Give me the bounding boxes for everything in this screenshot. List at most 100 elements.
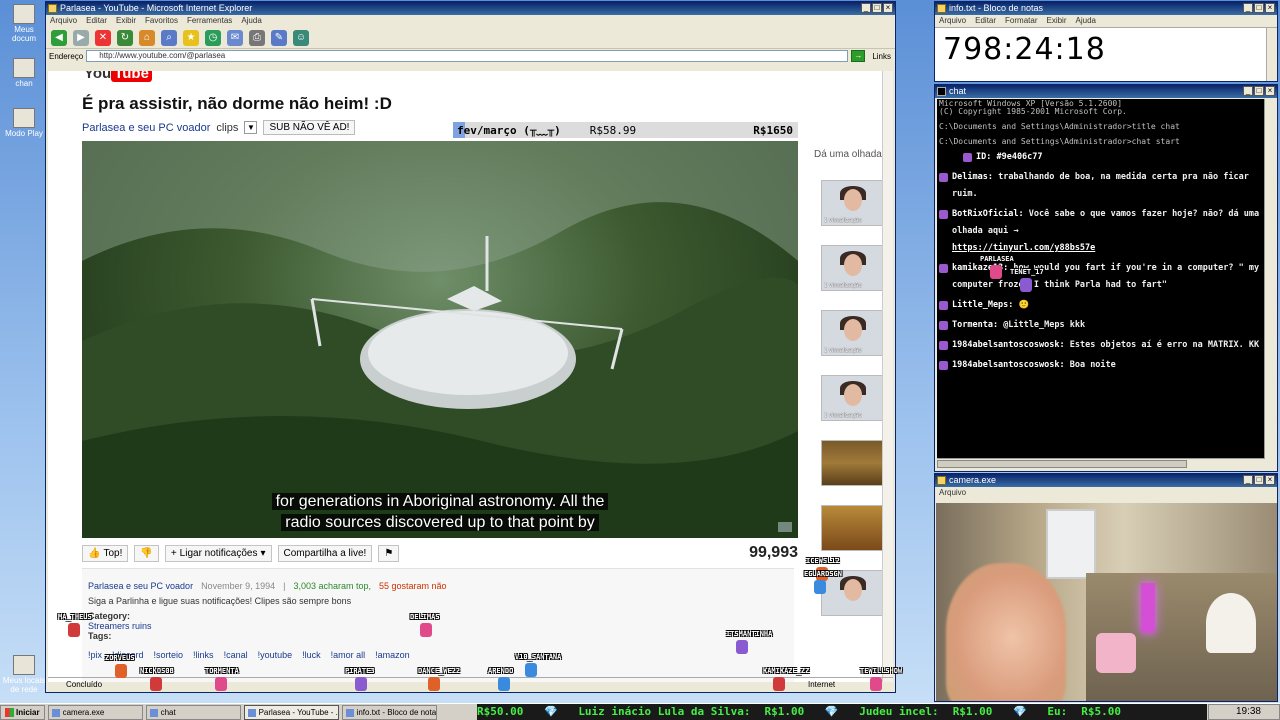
channel-link[interactable]: Parlasea e seu PC voador xyxy=(82,122,210,134)
thumb-face xyxy=(844,189,862,211)
menu-item[interactable]: Favoritos xyxy=(145,15,178,27)
taskbar-button[interactable]: chat xyxy=(145,704,241,720)
menu-item[interactable]: Exibir xyxy=(1046,15,1066,27)
related-video-thumbnail[interactable] xyxy=(821,440,884,486)
print-icon[interactable]: ⎙ xyxy=(249,29,265,46)
menu-item[interactable]: Exibir xyxy=(116,15,136,27)
subscribe-button[interactable]: SUB NÃO VÊ AD! xyxy=(263,120,356,135)
menu-item[interactable]: Ajuda xyxy=(1076,15,1096,27)
favorites-icon[interactable]: ★ xyxy=(183,29,199,46)
close-button[interactable]: × xyxy=(1265,86,1275,96)
tag-link[interactable]: !pix xyxy=(88,650,102,660)
minimize-button[interactable]: _ xyxy=(861,3,871,13)
related-video-thumbnail[interactable]: 1 visualização xyxy=(821,180,884,226)
desktop-icon[interactable]: chan xyxy=(2,58,46,88)
tags-label: Tags: xyxy=(88,631,112,641)
stop-icon[interactable]: ✕ xyxy=(95,29,111,46)
taskbar-button[interactable]: camera.exe xyxy=(47,704,143,720)
flag-icon[interactable]: ⚑ xyxy=(378,544,400,562)
chat-scrollbar-vertical[interactable] xyxy=(1264,99,1275,459)
taskbar-button[interactable]: Parlasea - YouTube - ... xyxy=(243,704,339,720)
menu-item[interactable]: Ferramentas xyxy=(187,15,232,27)
mail-icon[interactable]: ✉ xyxy=(227,29,243,46)
forward-icon[interactable]: ▶ xyxy=(73,29,89,46)
channel-watermark-icon xyxy=(778,522,792,532)
back-icon[interactable]: ◀ xyxy=(51,29,67,46)
related-video-thumbnail[interactable] xyxy=(821,505,884,551)
video-player[interactable]: for generations in Aboriginal astronomy.… xyxy=(82,141,798,538)
cam-pink-object xyxy=(1096,633,1136,673)
youtube-logo[interactable]: You Tube xyxy=(84,71,152,82)
category-label: Category: xyxy=(88,611,131,621)
maximize-button[interactable]: □ xyxy=(1254,475,1264,485)
chat-window[interactable]: chat _ □ × Microsoft Windows XP [Versão 5.… xyxy=(934,84,1278,472)
tag-link[interactable]: !amazon xyxy=(375,650,410,660)
thumb-face xyxy=(844,579,862,601)
chat-link[interactable]: https://tinyurl.com/y88bs57e xyxy=(952,243,1095,253)
home-icon[interactable]: ⌂ xyxy=(139,29,155,46)
desktop-icon[interactable]: Meus docum xyxy=(2,4,46,43)
notepad-window[interactable]: info.txt - Bloco de notas _ □ × Arquivo Edi… xyxy=(934,1,1278,82)
tag-link[interactable]: !amor all xyxy=(331,650,366,660)
ie-window[interactable]: Parlasea - YouTube - Microsoft Internet … xyxy=(45,1,896,693)
links-label[interactable]: Links xyxy=(868,52,895,61)
tag-link[interactable]: !sorteio xyxy=(154,650,184,660)
notepad-body[interactable]: 798:24:18 xyxy=(935,27,1277,81)
category-value[interactable]: Streamers ruins xyxy=(88,621,788,631)
messenger-icon[interactable]: ☺ xyxy=(293,29,309,46)
related-video-thumbnail[interactable]: 1 visualização xyxy=(821,375,884,421)
notepad-titlebar[interactable]: info.txt - Bloco de notas _ □ × xyxy=(935,2,1277,15)
camera-titlebar[interactable]: camera.exe _ □ × xyxy=(935,474,1277,487)
clips-label[interactable]: clips xyxy=(216,122,238,134)
start-button[interactable]: Iniciar xyxy=(0,704,45,720)
close-button[interactable]: × xyxy=(1265,475,1275,485)
like-button[interactable]: 👍 Top! xyxy=(82,544,129,562)
desc-channel[interactable]: Parlasea e seu PC voador xyxy=(88,581,193,591)
tag-link[interactable]: !canal xyxy=(224,650,248,660)
close-button[interactable]: × xyxy=(883,3,893,13)
ie-titlebar[interactable]: Parlasea - YouTube - Microsoft Internet … xyxy=(46,2,895,15)
viewer-avatar xyxy=(68,623,80,637)
maximize-button[interactable]: □ xyxy=(872,3,882,13)
maximize-button[interactable]: □ xyxy=(1254,3,1264,13)
camera-window[interactable]: camera.exe _ □ × Arquivo xyxy=(934,473,1278,702)
minimize-button[interactable]: _ xyxy=(1243,475,1253,485)
minimize-button[interactable]: _ xyxy=(1243,86,1253,96)
edit-icon[interactable]: ✎ xyxy=(271,29,287,46)
camera-menubar: Arquivo xyxy=(935,487,1277,499)
chat-message: Little_Meps: 🙂 xyxy=(939,297,1262,314)
refresh-icon[interactable]: ↻ xyxy=(117,29,133,46)
menu-item[interactable]: Ajuda xyxy=(241,15,261,27)
share-button[interactable]: Compartilha a live! xyxy=(277,544,373,562)
chat-titlebar[interactable]: chat _ □ × xyxy=(935,85,1277,98)
menu-item[interactable]: Formatar xyxy=(1005,15,1037,27)
menu-item[interactable]: Editar xyxy=(975,15,996,27)
related-video-thumbnail[interactable]: 1 visualização xyxy=(821,310,884,356)
desktop-icon[interactable]: Modo Play xyxy=(2,108,46,138)
chat-scrollbar-horizontal[interactable] xyxy=(937,458,1264,469)
tag-link[interactable]: !youtube xyxy=(258,650,293,660)
notify-button[interactable]: + Ligar notificações ▾ xyxy=(164,544,272,562)
url-input[interactable]: http://www.youtube.com/@parlasea xyxy=(86,50,849,62)
go-button[interactable]: → xyxy=(851,50,866,62)
search-icon[interactable]: ⌕ xyxy=(161,29,177,46)
dislike-button[interactable]: 👎 xyxy=(134,544,159,562)
page-scrollbar[interactable] xyxy=(882,71,893,682)
history-icon[interactable]: ◷ xyxy=(205,29,221,46)
close-button[interactable]: × xyxy=(1265,3,1275,13)
related-video-thumbnail[interactable]: 1 visualização xyxy=(821,245,884,291)
taskbar-button[interactable]: info.txt - Bloco de notas xyxy=(341,704,437,720)
tag-link[interactable]: !links xyxy=(193,650,214,660)
minimize-button[interactable]: _ xyxy=(1243,3,1253,13)
viewer-avatar-name: ARENDO xyxy=(488,667,514,675)
menu-item[interactable]: Arquivo xyxy=(939,487,966,499)
chevron-down-icon[interactable]: ▼ xyxy=(244,121,258,134)
menu-item[interactable]: Arquivo xyxy=(939,15,966,27)
desktop-icon[interactable]: Meus locais de rede xyxy=(2,655,46,694)
menu-item[interactable]: Editar xyxy=(86,15,107,27)
tag-link[interactable]: !luck xyxy=(302,650,321,660)
notepad-scrollbar[interactable] xyxy=(1266,28,1277,81)
menu-item[interactable]: Arquivo xyxy=(50,15,77,27)
windows-logo-icon xyxy=(5,707,14,717)
maximize-button[interactable]: □ xyxy=(1254,86,1264,96)
